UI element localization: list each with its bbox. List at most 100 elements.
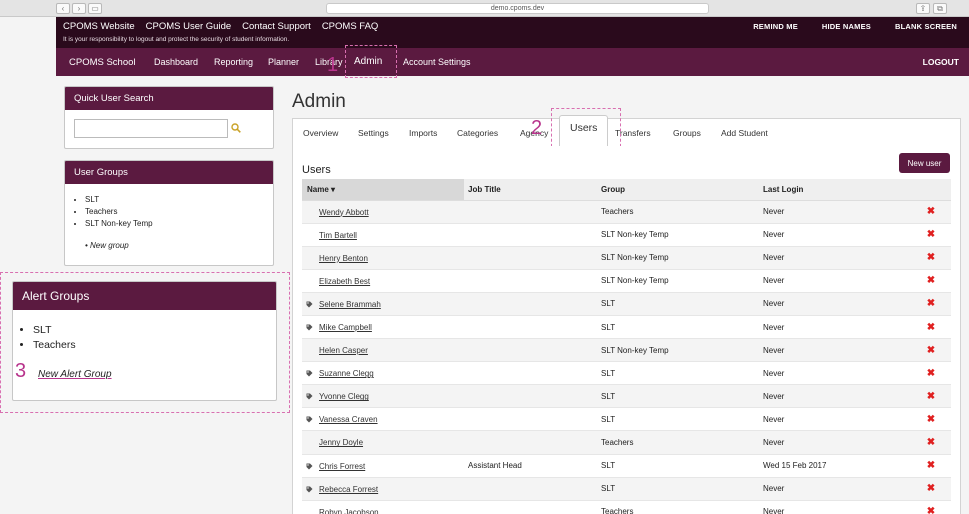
cell-last-login: Never <box>759 500 911 514</box>
tabs-icon[interactable]: ⧉ <box>933 3 947 14</box>
user-name-link[interactable]: Suzanne Clegg <box>319 369 374 378</box>
delete-icon[interactable]: ✖ <box>927 206 935 217</box>
cell-name: Wendy Abbott <box>302 200 464 224</box>
link-cpoms-website[interactable]: CPOMS Website <box>63 21 135 32</box>
cell-actions: ✖ <box>911 454 951 478</box>
address-bar[interactable]: demo.cpoms.dev <box>326 3 709 14</box>
cell-name: Mike Campbell <box>302 315 464 340</box>
user-name-link[interactable]: Selene Brammah <box>319 300 381 309</box>
delete-icon[interactable]: ✖ <box>927 391 935 402</box>
user-name-link[interactable]: Chris Forrest <box>319 462 365 471</box>
user-name-link[interactable]: Wendy Abbott <box>319 208 369 217</box>
sidebar-toggle-icon[interactable]: ▭ <box>88 3 102 14</box>
table-row: Chris Forrest Assistant Head SLT Wed 15 Feb… <box>302 454 951 478</box>
cell-last-login: Never <box>759 315 911 340</box>
cell-last-login: Never <box>759 246 911 270</box>
search-input[interactable] <box>74 119 228 138</box>
delete-icon[interactable]: ✖ <box>927 506 935 514</box>
cell-actions: ✖ <box>911 223 951 247</box>
cell-name: Jenny Doyle <box>302 430 464 455</box>
cell-group: SLT Non-key Temp <box>597 223 759 247</box>
delete-icon[interactable]: ✖ <box>927 460 935 471</box>
top-bar: CPOMS Website CPOMS User Guide Contact S… <box>56 17 969 48</box>
quick-search-title: Quick User Search <box>65 87 273 110</box>
cell-job-title <box>464 246 597 270</box>
user-name-link[interactable]: Rebecca Forrest <box>319 485 378 494</box>
cell-group: Teachers <box>597 200 759 224</box>
table-row: Elizabeth Best SLT Non-key Temp Never ✖ <box>302 269 951 293</box>
user-group-slt[interactable]: SLT <box>85 194 153 206</box>
nav-planner[interactable]: Planner <box>268 57 299 67</box>
search-icon[interactable] <box>231 123 241 133</box>
tab-imports[interactable]: Imports <box>409 128 437 138</box>
user-name-link[interactable]: Yvonne Clegg <box>319 392 369 401</box>
delete-icon[interactable]: ✖ <box>927 275 935 286</box>
tab-add-student[interactable]: Add Student <box>721 128 768 138</box>
user-group-slt-non-key-temp[interactable]: SLT Non-key Temp <box>85 218 153 230</box>
link-user-guide[interactable]: CPOMS User Guide <box>146 21 232 32</box>
new-group-label[interactable]: New group <box>90 241 129 250</box>
page-title: Admin <box>292 91 346 112</box>
cell-job-title <box>464 269 597 293</box>
link-contact-support[interactable]: Contact Support <box>242 21 311 32</box>
delete-icon[interactable]: ✖ <box>927 414 935 425</box>
user-groups-title: User Groups <box>65 161 273 184</box>
cell-actions: ✖ <box>911 315 951 340</box>
blank-screen-button[interactable]: BLANK SCREEN <box>895 22 957 31</box>
delete-icon[interactable]: ✖ <box>927 298 935 309</box>
user-name-link[interactable]: Tim Bartell <box>319 231 357 240</box>
user-name-link[interactable]: Elizabeth Best <box>319 277 370 286</box>
brand-link[interactable]: CPOMS School <box>69 57 136 68</box>
table-row: Suzanne Clegg SLT Never ✖ <box>302 361 951 386</box>
nav-dashboard[interactable]: Dashboard <box>154 57 198 67</box>
tab-overview[interactable]: Overview <box>303 128 338 138</box>
cell-group: SLT <box>597 454 759 478</box>
cell-actions: ✖ <box>911 477 951 501</box>
cell-last-login: Never <box>759 430 911 455</box>
nav-account-settings[interactable]: Account Settings <box>403 57 471 67</box>
forward-icon[interactable]: › <box>72 3 86 14</box>
cell-name: Robyn Jacobson <box>302 500 464 514</box>
delete-icon[interactable]: ✖ <box>927 437 935 448</box>
col-group[interactable]: Group <box>597 179 759 201</box>
hide-names-button[interactable]: HIDE NAMES <box>822 22 871 31</box>
logout-button[interactable]: LOGOUT <box>923 57 959 67</box>
user-name-link[interactable]: Jenny Doyle <box>319 438 363 447</box>
user-name-link[interactable]: Henry Benton <box>319 254 368 263</box>
delete-icon[interactable]: ✖ <box>927 483 935 494</box>
cell-job-title <box>464 407 597 432</box>
cell-name: Chris Forrest <box>302 454 464 478</box>
tab-groups[interactable]: Groups <box>673 128 701 138</box>
new-group-link[interactable]: • New group <box>85 241 129 250</box>
delete-icon[interactable]: ✖ <box>927 322 935 333</box>
tab-settings[interactable]: Settings <box>358 128 389 138</box>
tag-icon <box>306 324 313 331</box>
back-icon[interactable]: ‹ <box>56 3 70 14</box>
table-row: Henry Benton SLT Non-key Temp Never ✖ <box>302 246 951 270</box>
user-group-teachers[interactable]: Teachers <box>85 206 153 218</box>
user-name-link[interactable]: Robyn Jacobson <box>319 508 379 514</box>
admin-tabs: Overview Settings Imports Categories Age… <box>292 115 961 146</box>
tab-categories[interactable]: Categories <box>457 128 498 138</box>
table-row: Jenny Doyle Teachers Never ✖ <box>302 430 951 455</box>
col-job-title[interactable]: Job Title <box>464 179 597 201</box>
col-name[interactable]: Name ▾ <box>302 179 464 201</box>
cell-actions: ✖ <box>911 500 951 514</box>
delete-icon[interactable]: ✖ <box>927 345 935 356</box>
delete-icon[interactable]: ✖ <box>927 368 935 379</box>
nav-reporting[interactable]: Reporting <box>214 57 253 67</box>
delete-icon[interactable]: ✖ <box>927 252 935 263</box>
delete-icon[interactable]: ✖ <box>927 229 935 240</box>
new-user-button[interactable]: New user <box>899 153 950 173</box>
share-icon[interactable]: ⇪ <box>916 3 930 14</box>
cell-job-title: Assistant Head <box>464 454 597 478</box>
user-name-link[interactable]: Vanessa Craven <box>319 415 378 424</box>
col-last-login[interactable]: Last Login <box>759 179 911 201</box>
user-name-link[interactable]: Mike Campbell <box>319 323 372 332</box>
cell-last-login: Never <box>759 200 911 224</box>
user-name-link[interactable]: Helen Casper <box>319 346 368 355</box>
cell-actions: ✖ <box>911 430 951 455</box>
remind-me-button[interactable]: REMIND ME <box>753 22 798 31</box>
link-faq[interactable]: CPOMS FAQ <box>322 21 378 32</box>
main-nav: CPOMS School Dashboard Reporting Planner… <box>56 48 969 76</box>
